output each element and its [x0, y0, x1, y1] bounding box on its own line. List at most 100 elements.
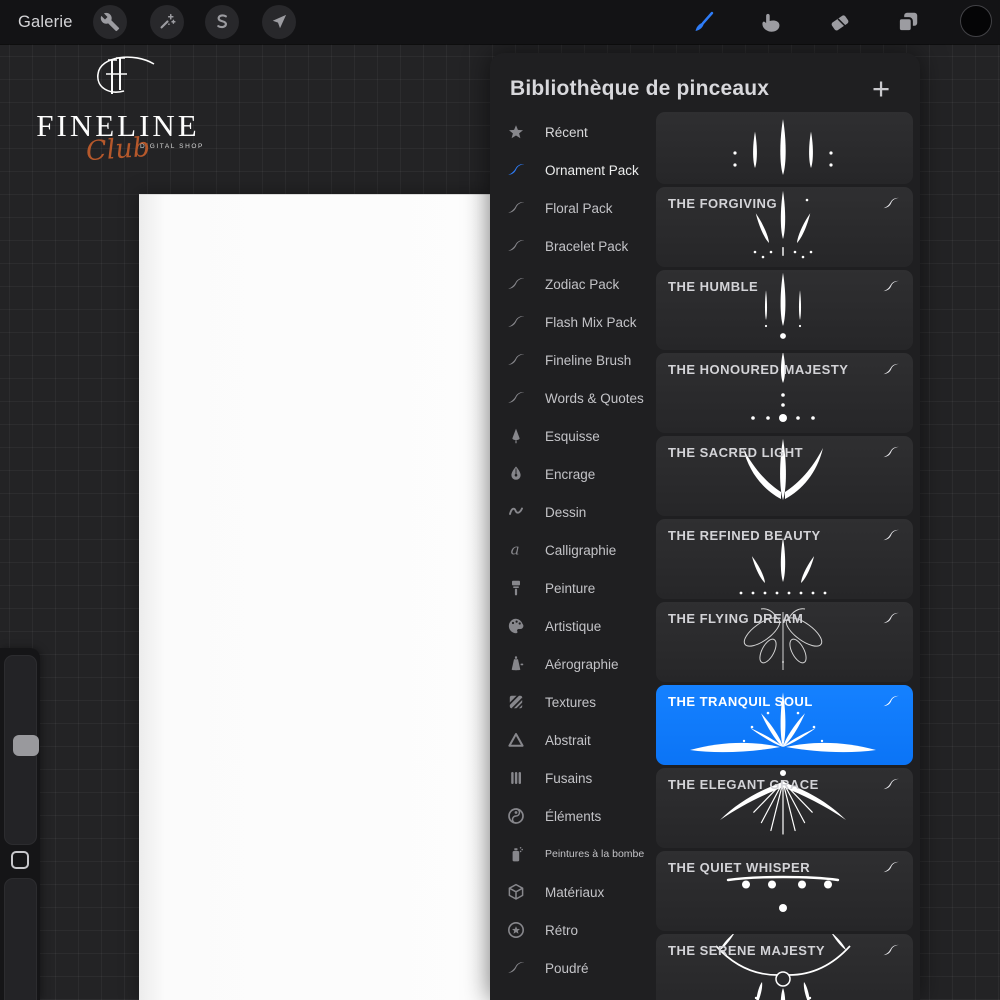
category-label: Textures [545, 683, 596, 721]
sidebar-item-dessin[interactable]: Dessin [490, 493, 656, 531]
brush-stroke-icon [880, 195, 902, 212]
spray-icon [507, 845, 525, 863]
brush-card-the-serene-majesty[interactable]: THE SERENE MAJESTY [656, 934, 913, 1000]
sidebar-item-a-rographie[interactable]: Aérographie [490, 645, 656, 683]
brush-stroke-icon [880, 859, 902, 876]
brush-card-the-refined-beauty[interactable]: THE REFINED BEAUTY [656, 519, 913, 599]
brush-card-the-flying-dream[interactable]: THE FLYING DREAM [656, 602, 913, 682]
sidebar-controls [0, 648, 40, 1000]
brush-card-the-humble[interactable]: THE HUMBLE [656, 270, 913, 350]
category-label: Peinture [545, 569, 595, 607]
eraser-icon [827, 9, 853, 35]
sidebar-item-flash-mix-pack[interactable]: Flash Mix Pack [490, 303, 656, 341]
category-label: Floral Pack [545, 189, 613, 227]
sidebar-item-words-quotes[interactable]: Words & Quotes [490, 379, 656, 417]
brush-stroke-icon [880, 693, 902, 710]
sidebar-item-abstrait[interactable]: Abstrait [490, 721, 656, 759]
layers-icon [895, 9, 921, 35]
brush-card-the-tranquil-soul[interactable]: THE TRANQUIL SOUL [656, 685, 913, 765]
sidebar-item-poudr[interactable]: Poudré [490, 949, 656, 987]
color-swatch-button[interactable] [960, 5, 992, 37]
sidebar-item-floral-pack[interactable]: Floral Pack [490, 189, 656, 227]
brush-card-the-elegant-grace[interactable]: THE ELEGANT GRACE [656, 768, 913, 848]
brush-stroke-icon [880, 361, 902, 378]
category-label: Bracelet Pack [545, 227, 628, 265]
sidebar-item-fusains[interactable]: Fusains [490, 759, 656, 797]
sidebar-item-ornament-pack[interactable]: Ornament Pack [490, 151, 656, 189]
sidebar-item-peinture[interactable]: Peinture [490, 569, 656, 607]
brush-name: THE HUMBLE [668, 279, 879, 294]
palette-icon [507, 617, 525, 635]
brush-stroke-icon [880, 527, 902, 544]
sidebar-item-mat-riaux[interactable]: Matériaux [490, 873, 656, 911]
brush-size-handle[interactable] [13, 735, 39, 756]
triangle-icon [507, 731, 525, 749]
category-label: Dessin [545, 493, 586, 531]
actions-button[interactable] [93, 5, 127, 39]
sidebar-item-zodiac-pack[interactable]: Zodiac Pack [490, 265, 656, 303]
sidebar-item-encrage[interactable]: Encrage [490, 455, 656, 493]
charcoal-icon [507, 769, 525, 787]
sidebar-item-l-ments[interactable]: Éléments [490, 797, 656, 835]
transform-arrow-icon [269, 12, 289, 32]
opacity-slider[interactable] [4, 878, 37, 1000]
brush-preview-ornament [656, 112, 913, 184]
brush-card-the-forgiving[interactable]: THE FORGIVING [656, 187, 913, 267]
brush-stroke-icon [880, 776, 902, 793]
category-label: Esquisse [545, 417, 600, 455]
category-label: Encrage [545, 455, 595, 493]
paint-tool-button[interactable] [686, 5, 720, 39]
smudge-icon [758, 9, 784, 35]
category-label: Éléments [545, 797, 601, 835]
texture-icon [507, 693, 525, 711]
letter-a-icon [507, 541, 525, 559]
modify-button[interactable] [11, 851, 29, 869]
retro-star-icon [507, 921, 525, 939]
sidebar-item-textures[interactable]: Textures [490, 683, 656, 721]
layers-button[interactable] [891, 5, 925, 39]
star-icon [507, 123, 525, 141]
gallery-button[interactable]: Galerie [18, 0, 73, 44]
brush-card-the-sacred-light[interactable]: THE SACRED LIGHT [656, 436, 913, 516]
smudge-tool-button[interactable] [754, 5, 788, 39]
sidebar-item-calligraphie[interactable]: Calligraphie [490, 531, 656, 569]
brush-card-the-quiet-whisper[interactable]: THE QUIET WHISPER [656, 851, 913, 931]
category-label: Matériaux [545, 873, 604, 911]
sidebar-item-r-cent[interactable]: Récent [490, 113, 656, 151]
brush-name: THE HONOURED MAJESTY [668, 362, 879, 377]
adjustments-button[interactable] [150, 5, 184, 39]
brush-name: THE TRANQUIL SOUL [668, 694, 879, 709]
sidebar-item-esquisse[interactable]: Esquisse [490, 417, 656, 455]
sidebar-item-bracelet-pack[interactable]: Bracelet Pack [490, 227, 656, 265]
category-label: Aérographie [545, 645, 619, 683]
brush-name: THE ELEGANT GRACE [668, 777, 879, 792]
paintbrush-icon [690, 9, 716, 35]
sidebar-item-artistique[interactable]: Artistique [490, 607, 656, 645]
drawing-canvas[interactable] [139, 194, 490, 1000]
category-label: Flash Mix Pack [545, 303, 637, 341]
add-brush-button[interactable]: + [864, 71, 898, 105]
category-label: Ornament Pack [545, 151, 639, 189]
transform-button[interactable] [262, 5, 296, 39]
brush-name: THE FORGIVING [668, 196, 879, 211]
pencil-icon [507, 427, 525, 445]
brush-card-the-honoured-majesty[interactable]: THE HONOURED MAJESTY [656, 353, 913, 433]
selection-s-icon [212, 12, 232, 32]
brush-size-slider[interactable] [4, 655, 37, 845]
squiggle-icon [507, 503, 525, 521]
sidebar-item-fineline-brush[interactable]: Fineline Brush [490, 341, 656, 379]
stroke-icon [507, 389, 525, 407]
category-label: Rétro [545, 911, 578, 949]
brush-card-partial[interactable] [656, 112, 913, 184]
category-label: Artistique [545, 607, 601, 645]
sidebar-item-peintures-la-bombe[interactable]: Peintures à la bombe [490, 835, 656, 873]
cube-icon [507, 883, 525, 901]
brush-name: THE QUIET WHISPER [668, 860, 879, 875]
erase-tool-button[interactable] [823, 5, 857, 39]
category-label: Zodiac Pack [545, 265, 619, 303]
brush-stroke-icon [880, 444, 902, 461]
stroke-icon [507, 275, 525, 293]
brush-name: THE SACRED LIGHT [668, 445, 879, 460]
selection-button[interactable] [205, 5, 239, 39]
sidebar-item-r-tro[interactable]: Rétro [490, 911, 656, 949]
